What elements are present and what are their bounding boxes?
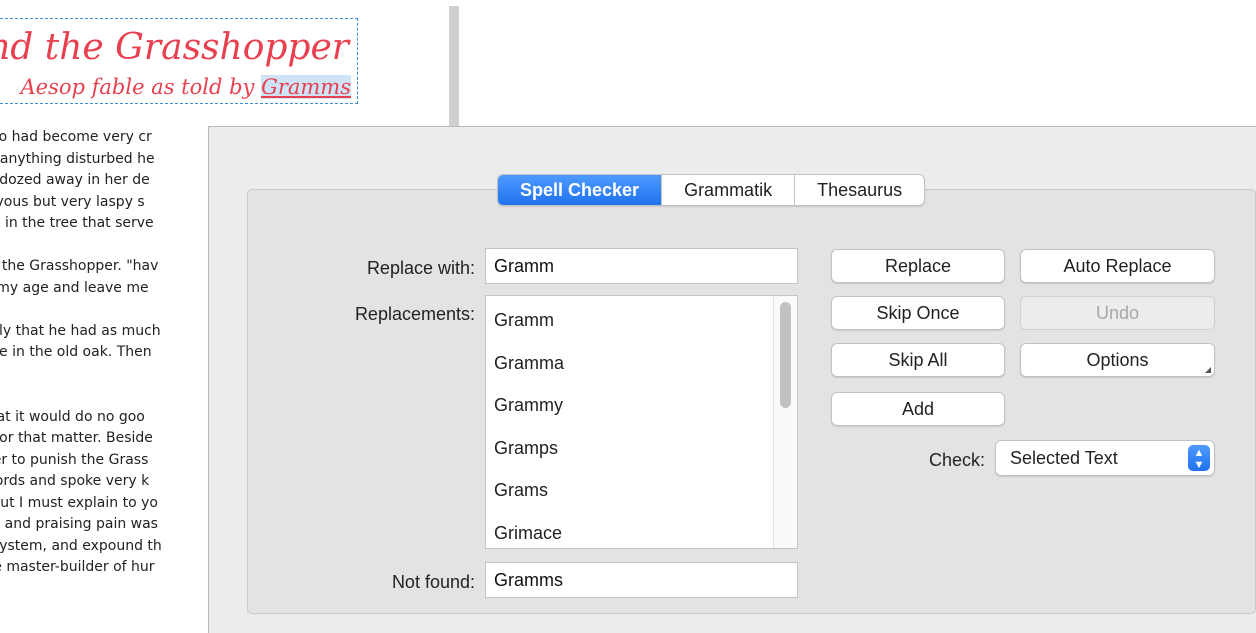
doc-line: ly if anything disturbed he xyxy=(0,150,155,167)
highlighted-word: Gramms xyxy=(261,75,351,99)
document-title: and the Grasshopper xyxy=(0,27,349,68)
title-selection-box[interactable]: and the Grasshopper Aesop fable as told … xyxy=(0,18,358,104)
options-label: Options xyxy=(1086,350,1149,370)
chevron-up-down-icon: ▲ ▼ xyxy=(1188,445,1210,471)
options-button[interactable]: Options xyxy=(1020,343,1215,377)
check-select-value: Selected Text xyxy=(1010,448,1118,468)
not-found-label: Not found: xyxy=(391,572,475,592)
doc-line: hing in the tree that serve xyxy=(0,215,154,231)
scrollbar-thumb[interactable] xyxy=(780,302,791,408)
panel-tabs: Spell Checker Grammatik Thesaurus xyxy=(497,174,926,206)
list-item[interactable]: Grimace xyxy=(486,512,797,549)
add-button[interactable]: Add xyxy=(831,392,1005,426)
doc-line: aucily that he had as much xyxy=(0,322,161,339)
doc-line: it her to punish the Grass xyxy=(0,451,149,468)
replace-with-field[interactable]: Gramm xyxy=(485,248,798,284)
replacements-list[interactable]: Gramm Gramma Grammy Gramps Grams Grimace xyxy=(485,295,798,549)
tab-grammatik[interactable]: Grammatik xyxy=(662,175,796,205)
doc-line: he system, and expound th xyxy=(0,537,162,554)
skip-all-button[interactable]: Skip All xyxy=(831,343,1005,377)
list-item[interactable]: Gramma xyxy=(486,342,797,385)
check-select[interactable]: Selected Text ▲ ▼ xyxy=(995,440,1215,476)
doc-line: , the master-builder of hur xyxy=(0,559,155,575)
spelling-panel: Spell Checker Grammatik Thesaurus Replac… xyxy=(208,126,1256,633)
doc-line: . xyxy=(0,364,210,386)
doc-line: ns.But I must explain to yo xyxy=(0,494,158,511)
doc-line: l who had become very cr xyxy=(0,129,152,145)
replace-with-label: Replace with: xyxy=(366,258,475,278)
dropdown-corner-icon xyxy=(1205,367,1211,373)
doc-line: ll that it would do no goo xyxy=(0,408,145,425)
tab-spell-checker[interactable]: Spell Checker xyxy=(498,175,663,205)
doc-line: lse for that matter. Beside xyxy=(0,430,153,446)
tab-thesaurus[interactable]: Thesaurus xyxy=(795,175,924,205)
subtitle-prefix: Aesop fable as told by xyxy=(20,75,262,99)
doc-line: a joyous but very laspy s xyxy=(0,193,145,210)
list-item[interactable]: Gramm xyxy=(486,299,797,342)
doc-line: sure and praising pain was xyxy=(0,516,158,532)
list-scrollbar[interactable] xyxy=(773,296,797,548)
replacements-label: Replacements: xyxy=(354,304,475,324)
auto-replace-button[interactable]: Auto Replace xyxy=(1020,249,1215,283)
document-subtitle: Aesop fable as told by Gramms xyxy=(20,75,351,99)
not-found-field[interactable]: Gramms xyxy=(485,562,798,598)
check-label: Check: xyxy=(928,450,985,470)
skip-once-button[interactable]: Skip Once xyxy=(831,296,1005,330)
page-divider xyxy=(449,6,459,128)
undo-button[interactable]: Undo xyxy=(1020,296,1215,330)
doc-line: d to the Grasshopper. "hav xyxy=(0,258,159,274)
doc-line: d words and spoke very k xyxy=(0,473,150,489)
replace-button[interactable]: Replace xyxy=(831,249,1005,283)
list-item[interactable]: Gramps xyxy=(486,427,797,470)
doc-line: place in the old oak. Then xyxy=(0,344,152,360)
list-item[interactable]: Grams xyxy=(486,469,797,512)
document-body: l who had become very cr ly if anything … xyxy=(0,127,210,579)
doc-line: she dozed away in her de xyxy=(0,172,150,188)
doc-line: ect my age and leave me xyxy=(0,279,149,296)
list-item[interactable]: Grammy xyxy=(486,384,797,427)
